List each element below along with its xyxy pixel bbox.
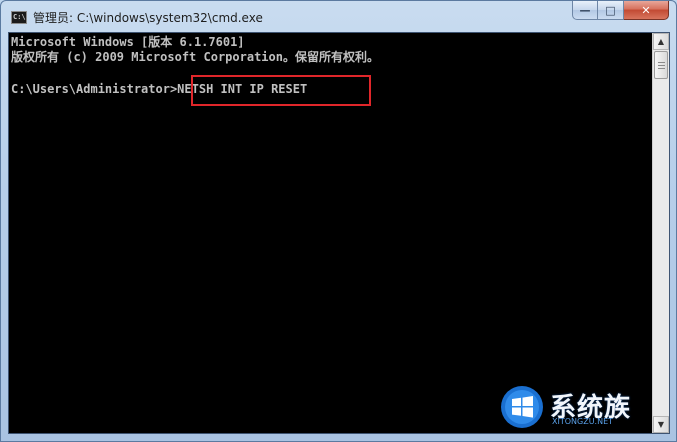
scroll-up-button[interactable]: ▲ — [653, 33, 669, 50]
console-line-copyright: 版权所有 (c) 2009 Microsoft Corporation。保留所有… — [11, 50, 379, 64]
cmd-window: C:\ 管理员: C:\windows\system32\cmd.exe — □… — [0, 0, 677, 442]
command-highlight-box — [191, 75, 371, 106]
arrow-up-icon: ▲ — [657, 37, 665, 46]
caption-buttons: — □ ✕ — [572, 1, 669, 21]
close-icon: ✕ — [641, 3, 651, 17]
grip-line — [658, 62, 665, 63]
minimize-icon: — — [579, 3, 591, 17]
maximize-button[interactable]: □ — [598, 1, 624, 20]
cmd-icon[interactable]: C:\ — [11, 11, 27, 24]
watermark-subtext: XITONGZU.NET — [552, 417, 614, 426]
title-bar[interactable]: C:\ 管理员: C:\windows\system32\cmd.exe — □… — [1, 1, 676, 33]
vertical-scrollbar[interactable]: ▲ ▼ — [652, 33, 669, 433]
maximize-icon: □ — [605, 3, 616, 17]
scroll-thumb[interactable] — [654, 51, 668, 79]
windows-logo-icon — [501, 386, 543, 428]
console-line-version: Microsoft Windows [版本 6.1.7601] — [11, 35, 245, 49]
scroll-down-button[interactable]: ▼ — [653, 416, 669, 433]
console-client-area: Microsoft Windows [版本 6.1.7601] 版权所有 (c)… — [8, 32, 670, 434]
window-title: 管理员: C:\windows\system32\cmd.exe — [33, 11, 263, 25]
console-output[interactable]: Microsoft Windows [版本 6.1.7601] 版权所有 (c)… — [9, 33, 652, 433]
grip-line — [658, 65, 665, 66]
minimize-button[interactable]: — — [572, 1, 598, 20]
close-button[interactable]: ✕ — [624, 1, 669, 20]
watermark: 系统族 XITONGZU.NET — [498, 383, 650, 431]
grip-line — [658, 68, 665, 69]
arrow-down-icon: ▼ — [657, 420, 665, 429]
